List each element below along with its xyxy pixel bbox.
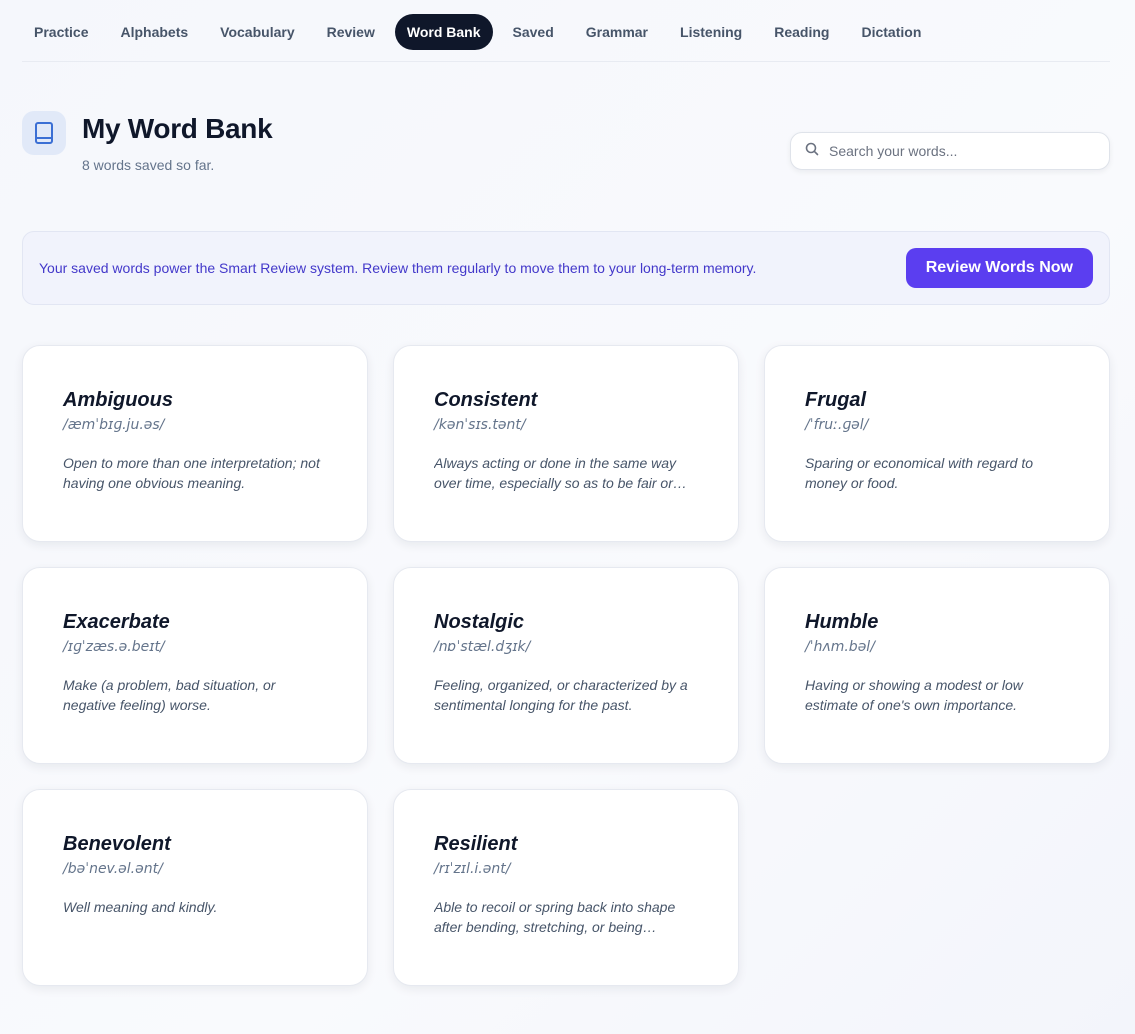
nav-saved[interactable]: Saved xyxy=(501,14,566,50)
nav-vocabulary[interactable]: Vocabulary xyxy=(208,14,306,50)
word-card[interactable]: Nostalgic /nɒˈstæl.dʒɪk/ Feeling, organi… xyxy=(393,567,739,764)
word-pronunciation: /ɪɡˈzæs.ə.beɪt/ xyxy=(63,639,165,655)
nav-listening[interactable]: Listening xyxy=(668,14,754,50)
word-title: Benevolent xyxy=(63,833,171,855)
word-definition: Able to recoil or spring back into shape… xyxy=(434,899,676,935)
word-title: Resilient xyxy=(434,833,518,855)
nav-grammar[interactable]: Grammar xyxy=(574,14,660,50)
nav-dictation[interactable]: Dictation xyxy=(849,14,933,50)
nav-alphabets[interactable]: Alphabets xyxy=(108,14,200,50)
word-definition: Feeling, organized, or characterized by … xyxy=(434,677,688,713)
top-nav: Practice Alphabets Vocabulary Review Wor… xyxy=(22,14,1110,62)
word-definition: Well meaning and kindly. xyxy=(63,899,218,915)
nav-review[interactable]: Review xyxy=(315,14,387,50)
nav-word-bank[interactable]: Word Bank xyxy=(394,14,493,50)
word-definition: Always acting or done in the same way ov… xyxy=(434,455,677,491)
search-input[interactable] xyxy=(829,143,1099,159)
word-definition: Having or showing a modest or low estima… xyxy=(805,677,1023,713)
review-banner: Your saved words power the Smart Review … xyxy=(22,231,1110,305)
word-pronunciation: /ˈfruː.ɡəl/ xyxy=(805,417,869,433)
word-definition: Make (a problem, bad situation, or negat… xyxy=(63,677,276,713)
word-card[interactable]: Exacerbate /ɪɡˈzæs.ə.beɪt/ Make (a probl… xyxy=(22,567,368,764)
word-title: Exacerbate xyxy=(63,611,170,633)
review-words-button[interactable]: Review Words Now xyxy=(905,248,1093,288)
word-card[interactable]: Benevolent /bəˈnev.əl.ənt/ Well meaning … xyxy=(22,789,368,986)
search-icon xyxy=(805,142,819,161)
word-card[interactable]: Humble /ˈhʌm.bəl/ Having or showing a mo… xyxy=(764,567,1110,764)
word-card[interactable]: Resilient /rɪˈzɪl.i.ənt/ Able to recoil … xyxy=(393,789,739,986)
word-title: Frugal xyxy=(805,389,867,411)
banner-text: Your saved words power the Smart Review … xyxy=(39,260,757,276)
nav-practice[interactable]: Practice xyxy=(22,14,100,50)
word-pronunciation: /nɒˈstæl.dʒɪk/ xyxy=(434,639,531,655)
word-title: Nostalgic xyxy=(434,611,525,633)
book-icon xyxy=(22,111,66,155)
word-pronunciation: /ˈhʌm.bəl/ xyxy=(805,639,875,655)
word-count-subtitle: 8 words saved so far. xyxy=(82,157,215,173)
word-pronunciation: /kənˈsɪs.tənt/ xyxy=(434,417,526,433)
nav-reading[interactable]: Reading xyxy=(762,14,841,50)
word-card[interactable]: Consistent /kənˈsɪs.tənt/ Always acting … xyxy=(393,345,739,542)
word-pronunciation: /rɪˈzɪl.i.ənt/ xyxy=(434,861,511,877)
page-title: My Word Bank xyxy=(82,113,273,144)
word-definition: Open to more than one interpretation; no… xyxy=(63,455,320,491)
word-card[interactable]: Ambiguous /æmˈbɪɡ.ju.əs/ Open to more th… xyxy=(22,345,368,542)
word-card[interactable]: Frugal /ˈfruː.ɡəl/ Sparing or economical… xyxy=(764,345,1110,542)
word-definition: Sparing or economical with regard to mon… xyxy=(805,455,1034,491)
word-pronunciation: /bəˈnev.əl.ənt/ xyxy=(63,861,163,877)
word-title: Humble xyxy=(805,611,879,633)
word-title: Consistent xyxy=(434,389,538,411)
word-pronunciation: /æmˈbɪɡ.ju.əs/ xyxy=(63,417,165,433)
word-grid: Ambiguous /æmˈbɪɡ.ju.əs/ Open to more th… xyxy=(22,345,1110,986)
word-title: Ambiguous xyxy=(63,389,173,411)
search-box[interactable] xyxy=(790,132,1110,170)
